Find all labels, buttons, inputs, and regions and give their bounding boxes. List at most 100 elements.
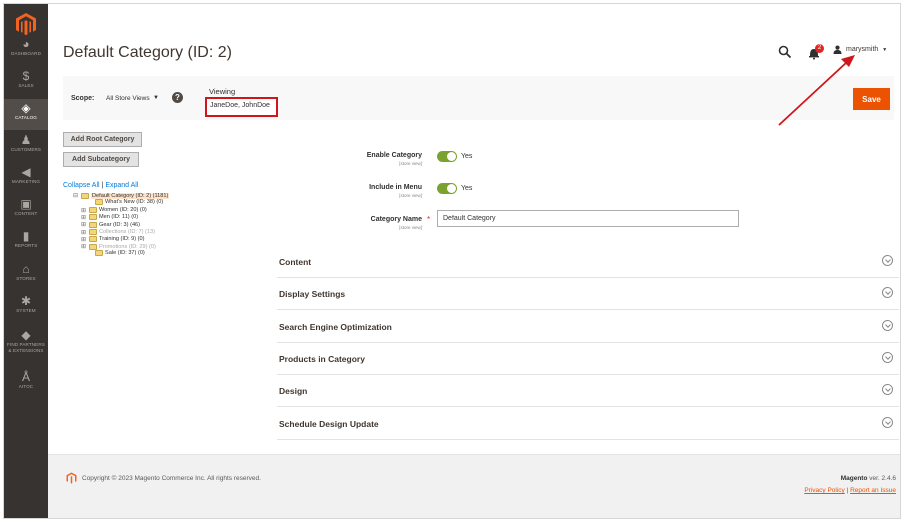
- bar-chart-icon: ▮: [22, 229, 30, 243]
- collapse-all-link[interactable]: Collapse All: [63, 182, 100, 189]
- expand-all-link[interactable]: Expand All: [105, 182, 138, 189]
- sidebar-item-label: AITOC: [18, 384, 34, 389]
- brand-name: Magento: [840, 475, 868, 482]
- search-icon[interactable]: [778, 45, 792, 59]
- cube-icon: ◈: [21, 101, 31, 115]
- tree-node-label: Training (ID: 9) (0): [99, 236, 145, 243]
- save-button[interactable]: Save: [853, 88, 890, 110]
- tree-node[interactable]: ⊞ Gear (ID: 3) (46): [81, 221, 140, 228]
- sidebar-item-label: CUSTOMERS: [10, 147, 42, 152]
- magento-logo-icon[interactable]: [15, 12, 37, 36]
- folder-icon: [89, 207, 97, 214]
- page-title: Default Category (ID: 2): [63, 44, 232, 61]
- sidebar-item-dashboard[interactable]: ◕ DASHBOARD: [4, 35, 48, 66]
- folder-icon: [89, 221, 97, 228]
- main-content: Default Category (ID: 2) 2 marysmith ▼ S…: [48, 4, 900, 518]
- sidebar-item-label: CATALOG: [15, 115, 37, 120]
- report-issue-link[interactable]: Report an Issue: [850, 487, 896, 494]
- chevron-down-icon[interactable]: [882, 319, 893, 331]
- chevron-down-icon[interactable]: [882, 255, 893, 266]
- sidebar-item-label: SYSTEM: [16, 308, 36, 313]
- chevron-down-icon: ▼: [882, 46, 888, 53]
- expand-node-icon[interactable]: ⊞: [81, 243, 87, 250]
- sidebar-item-label: CONTENT: [14, 211, 38, 216]
- tree-node[interactable]: ⊞ Women (ID: 20) (0): [81, 207, 147, 214]
- include-in-menu-toggle[interactable]: [437, 183, 457, 194]
- enable-category-scope: [store view]: [399, 161, 422, 166]
- extensions-icon: ◆: [21, 328, 31, 342]
- scope-switcher[interactable]: All Store Views: [106, 95, 150, 102]
- chevron-down-icon[interactable]: [882, 287, 893, 299]
- category-name-input[interactable]: [437, 210, 739, 227]
- sidebar-item-customers[interactable]: ♟ CUSTOMERS: [4, 131, 48, 162]
- tree-node-label: Collections (ID: 7) (13): [99, 229, 155, 235]
- expand-node-icon[interactable]: ⊞: [81, 229, 87, 236]
- tree-node[interactable]: ⊞ Men (ID: 11) (0): [81, 214, 138, 221]
- collapse-node-icon[interactable]: ⊟: [73, 192, 79, 199]
- help-icon[interactable]: ?: [172, 92, 183, 103]
- chevron-down-icon[interactable]: [882, 384, 893, 396]
- sidebar-item-find-partners[interactable]: ◆ FIND PARTNERS & EXTENSIONS: [4, 326, 48, 366]
- username: marysmith: [846, 46, 879, 53]
- chevron-down-icon[interactable]: [882, 351, 893, 363]
- section-content[interactable]: Content: [277, 246, 899, 278]
- viewing-value: JaneDoe, JohnDoe: [210, 102, 270, 109]
- expand-node-icon[interactable]: ⊞: [81, 214, 87, 221]
- privacy-policy-link[interactable]: Privacy Policy: [804, 487, 844, 494]
- gear-icon: ✱: [20, 294, 32, 308]
- enable-category-toggle[interactable]: [437, 151, 457, 162]
- folder-icon: [95, 199, 103, 206]
- user-menu[interactable]: marysmith ▼: [833, 45, 887, 54]
- expand-node-icon[interactable]: ⊞: [81, 207, 87, 214]
- megaphone-icon: ◀: [21, 165, 31, 179]
- chevron-down-icon[interactable]: [882, 416, 893, 428]
- tree-node[interactable]: What's New (ID: 38) (0): [87, 199, 164, 206]
- include-in-menu-label: Include in Menu: [369, 184, 422, 191]
- tree-node[interactable]: Sale (ID: 37) (0): [87, 250, 145, 257]
- version-text: ver. 2.4.6: [867, 475, 896, 482]
- expand-node-icon[interactable]: ⊞: [81, 236, 87, 243]
- add-subcategory-button[interactable]: Add Subcategory: [63, 152, 139, 167]
- dashboard-icon: ◕: [22, 37, 30, 51]
- expand-node-icon[interactable]: ⊞: [81, 221, 87, 228]
- section-search-engine-optimization[interactable]: Search Engine Optimization: [277, 311, 899, 343]
- sidebar-item-catalog[interactable]: ◈ CATALOG: [4, 99, 48, 130]
- chevron-down-icon: ▼: [153, 95, 159, 101]
- section-design[interactable]: Design: [277, 375, 899, 408]
- tree-node[interactable]: ⊞ Promotions (ID: 29) (0): [81, 243, 156, 250]
- sidebar-item-marketing[interactable]: ◀ MARKETING: [4, 163, 48, 194]
- section-title: Search Engine Optimization: [279, 321, 392, 332]
- viewing-highlight-box: JaneDoe, JohnDoe: [205, 97, 278, 117]
- aitoc-icon: Å: [21, 370, 30, 384]
- folder-icon: [95, 250, 103, 257]
- magento-footer-logo-icon: [66, 472, 77, 484]
- tree-node-label: Men (ID: 11) (0): [99, 214, 139, 221]
- tree-node[interactable]: ⊞ Training (ID: 9) (0): [81, 236, 145, 243]
- section-display-settings[interactable]: Display Settings: [277, 278, 899, 311]
- admin-window: ◕ DASHBOARD $ SALES ◈ CATALOG ♟ CUSTOMERS ◀ MARKE…: [3, 3, 901, 519]
- tree-node[interactable]: ⊞ Collections (ID: 7) (13): [81, 229, 155, 236]
- store-icon: ⌂: [22, 262, 30, 276]
- sidebar-item-system[interactable]: ✱ SYSTEM: [4, 292, 48, 323]
- viewing-label: Viewing: [209, 87, 236, 96]
- folder-icon: [81, 192, 89, 199]
- add-root-category-button[interactable]: Add Root Category: [63, 132, 142, 147]
- tree-node[interactable]: ⊟ Default Category (ID: 2) (1181): [73, 192, 170, 199]
- sidebar-item-content[interactable]: ▣ CONTENT: [4, 195, 48, 226]
- sidebar-item-label: SALES: [18, 83, 34, 88]
- version-info: Magento ver. 2.4.6: [841, 475, 896, 482]
- section-schedule-design-update[interactable]: Schedule Design Update: [277, 408, 899, 440]
- sidebar-item-label: MARKETING: [11, 179, 41, 184]
- sidebar-item-stores[interactable]: ⌂ STORES: [4, 260, 48, 291]
- dollar-icon: $: [22, 69, 30, 83]
- sidebar-item-label: REPORTS: [14, 243, 38, 248]
- section-products-in-category[interactable]: Products in Category: [277, 343, 899, 375]
- sidebar-item-reports[interactable]: ▮ REPORTS: [4, 227, 48, 258]
- category-name-label: Category Name: [370, 216, 422, 223]
- tree-node-label: What's New (ID: 38) (0): [105, 199, 164, 206]
- sidebar-item-aitoc[interactable]: Å AITOC: [4, 368, 48, 399]
- sidebar-item-sales[interactable]: $ SALES: [4, 67, 48, 98]
- store-scope-bar: Scope: All Store Views ▼ ? Viewing JaneD…: [63, 76, 894, 120]
- page-footer: Copyright © 2023 Magento Commerce Inc. A…: [48, 454, 900, 518]
- folder-icon: [89, 236, 97, 243]
